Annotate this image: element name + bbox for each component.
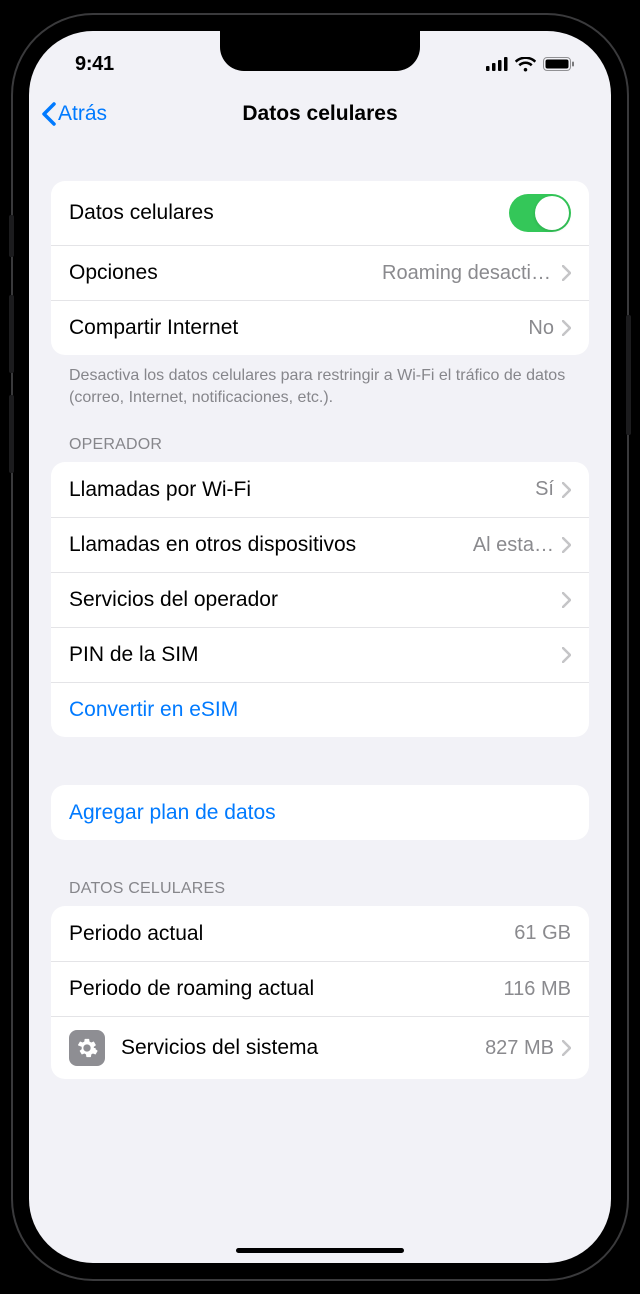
status-time: 9:41 — [75, 53, 114, 76]
sim-pin-label: PIN de la SIM — [69, 643, 554, 667]
roaming-period-value: 116 MB — [496, 978, 571, 1001]
chevron-right-icon — [562, 647, 571, 663]
current-period-row: Periodo actual 61 GB — [51, 906, 589, 961]
cellular-footer-text: Desactiva los datos celulares para restr… — [51, 355, 589, 408]
chevron-right-icon — [562, 592, 571, 608]
hotspot-label: Compartir Internet — [69, 316, 520, 340]
carrier-services-label: Servicios del operador — [69, 588, 554, 612]
system-services-row[interactable]: Servicios del sistema 827 MB — [51, 1016, 589, 1079]
mute-switch — [9, 215, 14, 257]
wifi-calling-label: Llamadas por Wi-Fi — [69, 478, 527, 502]
chevron-left-icon — [41, 102, 56, 126]
convert-esim-label: Convertir en eSIM — [69, 698, 571, 722]
back-label: Atrás — [58, 102, 107, 126]
chevron-right-icon — [562, 265, 571, 281]
add-plan-row[interactable]: Agregar plan de datos — [51, 785, 589, 840]
power-button — [626, 315, 631, 435]
chevron-right-icon — [562, 1040, 571, 1056]
navigation-bar: Atrás Datos celulares — [29, 87, 611, 141]
device-notch — [220, 31, 420, 71]
chevron-right-icon — [562, 482, 571, 498]
sim-pin-row[interactable]: PIN de la SIM — [51, 627, 589, 682]
iphone-frame: 9:41 Atrás Datos celulares Datos celular… — [13, 15, 627, 1279]
home-indicator[interactable] — [236, 1248, 404, 1253]
options-row[interactable]: Opciones Roaming desactivado — [51, 245, 589, 300]
status-icons — [486, 57, 575, 72]
options-value: Roaming desactivado — [374, 262, 554, 285]
add-plan-label: Agregar plan de datos — [69, 801, 571, 825]
cellular-signal-icon — [486, 57, 508, 71]
system-services-value: 827 MB — [477, 1037, 554, 1060]
screen: 9:41 Atrás Datos celulares Datos celular… — [29, 31, 611, 1263]
volume-down-button — [9, 395, 14, 473]
system-services-label: Servicios del sistema — [121, 1036, 477, 1060]
volume-up-button — [9, 295, 14, 373]
chevron-right-icon — [562, 320, 571, 336]
calls-other-devices-row[interactable]: Llamadas en otros dispositivos Al esta… — [51, 517, 589, 572]
chevron-right-icon — [562, 537, 571, 553]
usage-header: DATOS CELULARES — [51, 840, 589, 906]
wifi-calling-value: Sí — [527, 478, 554, 501]
battery-icon — [543, 57, 575, 71]
usage-group: Periodo actual 61 GB Periodo de roaming … — [51, 906, 589, 1079]
cellular-main-group: Datos celulares Opciones Roaming desacti… — [51, 181, 589, 355]
carrier-header: OPERADOR — [51, 408, 589, 462]
wifi-icon — [515, 57, 536, 72]
current-period-value: 61 GB — [506, 922, 571, 945]
carrier-group: Llamadas por Wi-Fi Sí Llamadas en otros … — [51, 462, 589, 737]
wifi-calling-row[interactable]: Llamadas por Wi-Fi Sí — [51, 462, 589, 517]
roaming-period-label: Periodo de roaming actual — [69, 977, 496, 1001]
cellular-data-row[interactable]: Datos celulares — [51, 181, 589, 245]
add-plan-group: Agregar plan de datos — [51, 785, 589, 840]
cellular-data-toggle[interactable] — [509, 194, 571, 232]
roaming-period-row: Periodo de roaming actual 116 MB — [51, 961, 589, 1016]
settings-content: Datos celulares Opciones Roaming desacti… — [29, 181, 611, 1079]
hotspot-row[interactable]: Compartir Internet No — [51, 300, 589, 355]
calls-other-devices-label: Llamadas en otros dispositivos — [69, 533, 465, 557]
calls-other-devices-value: Al esta… — [465, 534, 554, 557]
back-button[interactable]: Atrás — [29, 102, 107, 126]
options-label: Opciones — [69, 261, 374, 285]
page-title: Datos celulares — [29, 102, 611, 126]
gear-icon — [69, 1030, 105, 1066]
convert-esim-row[interactable]: Convertir en eSIM — [51, 682, 589, 737]
current-period-label: Periodo actual — [69, 922, 506, 946]
cellular-data-label: Datos celulares — [69, 201, 509, 225]
hotspot-value: No — [520, 317, 554, 340]
carrier-services-row[interactable]: Servicios del operador — [51, 572, 589, 627]
